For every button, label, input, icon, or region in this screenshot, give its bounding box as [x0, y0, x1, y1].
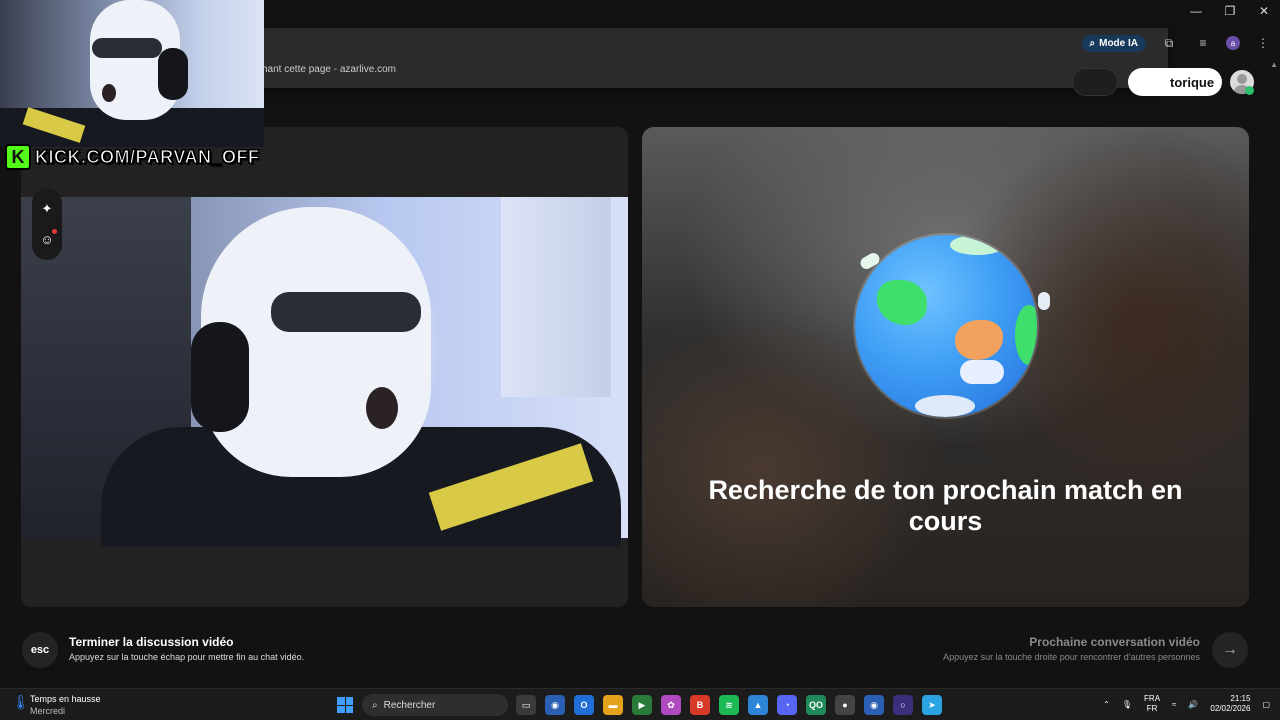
- face-filter-icon[interactable]: ☺: [37, 229, 57, 249]
- video-curtain: [501, 197, 611, 397]
- globe-land-green: [877, 280, 927, 325]
- extensions-icon[interactable]: ⧉: [1158, 32, 1180, 54]
- brave-icon[interactable]: B: [690, 695, 710, 715]
- omnibox-domain: azarlive.com: [339, 64, 396, 75]
- notifications-icon[interactable]: ▢: [1262, 700, 1270, 709]
- volume-icon[interactable]: 🔊: [1188, 700, 1198, 709]
- file-explorer-icon[interactable]: ▬: [603, 695, 623, 715]
- history-label: torique: [1170, 74, 1215, 90]
- omnibox-suggestion-text: hant cette page: [262, 64, 331, 75]
- video-mouth: [366, 387, 398, 429]
- mode-ia-button[interactable]: ⌕ Mode IA: [1081, 34, 1146, 52]
- windows-start-icon[interactable]: [337, 697, 353, 713]
- search-icon: ⌕: [372, 699, 378, 711]
- header-button[interactable]: [1072, 68, 1118, 96]
- cam-headphone: [158, 48, 188, 100]
- globe-orbit-cloud-2: [1038, 292, 1050, 310]
- weather-title: Temps en hausse: [30, 694, 101, 704]
- clock[interactable]: 21:15 02/02/2026: [1210, 694, 1250, 714]
- end-chat-hint: Appuyez sur la touche échap pour mettre …: [69, 652, 305, 662]
- arrow-right-icon: →: [1222, 641, 1238, 658]
- self-video-panel: [21, 127, 628, 607]
- kick-channel-text: KICK.COM/PARVAN_OFF: [35, 146, 260, 167]
- microphone-icon[interactable]: 🎙: [1122, 700, 1132, 709]
- end-chat-button[interactable]: esc: [22, 632, 58, 668]
- omnibox-suggestion[interactable]: hant cette page - azarlive.com: [262, 64, 396, 75]
- photos-icon[interactable]: ▲: [748, 695, 768, 715]
- ai-search-icon: ⌕: [1089, 37, 1096, 49]
- end-chat-title: Terminer la discussion vidéo: [69, 635, 234, 649]
- next-chat-title: Prochaine conversation vidéo: [1029, 635, 1200, 649]
- history-button[interactable]: torique: [1128, 68, 1223, 96]
- windows-taskbar: 🌡 Temps en hausse Mercredi ⌕ Rechercher …: [0, 688, 1280, 720]
- media-controls-icon[interactable]: ≡: [1192, 32, 1214, 54]
- lang-bottom: FR: [1146, 704, 1158, 713]
- match-panel: Recherche de ton prochain match en cours: [642, 127, 1249, 607]
- clock-date: 02/02/2026: [1210, 704, 1251, 713]
- video-headphone: [191, 322, 249, 432]
- obs-icon[interactable]: ●: [835, 695, 855, 715]
- self-video-feed: [21, 197, 628, 547]
- globe-icon: [855, 235, 1037, 417]
- avatar-head: [1237, 74, 1247, 84]
- app-circle-icon[interactable]: ○: [893, 695, 913, 715]
- browser-toolbar-right: ⌕ Mode IA ⧉ ≡ a ⋮: [1081, 32, 1275, 54]
- wifi-icon[interactable]: ≈: [1172, 700, 1176, 709]
- weather-text: Temps en hausse Mercredi: [30, 693, 101, 717]
- copilot-icon[interactable]: ✿: [661, 695, 681, 715]
- browser-profile-avatar[interactable]: a: [1226, 36, 1240, 50]
- globe-cloud-bottom: [915, 395, 975, 417]
- spotify-icon[interactable]: ≋: [719, 695, 739, 715]
- notification-dot: [52, 229, 57, 234]
- tray-chevron-icon[interactable]: ⌃: [1103, 700, 1110, 709]
- video-tools: ✦ ☺: [32, 188, 62, 260]
- restore-icon[interactable]: ❐: [1224, 4, 1236, 18]
- video-glasses: [271, 292, 421, 332]
- taskbar-search-label: Rechercher: [383, 699, 436, 711]
- screen: — ❐ ✕ hant cette page - azarlive.com ⌕ M…: [0, 0, 1280, 720]
- minimize-icon[interactable]: —: [1190, 4, 1202, 18]
- user-status-badge: [1245, 86, 1254, 95]
- kick-banner: K KICK.COM/PARVAN_OFF: [5, 144, 260, 170]
- cam-glasses: [92, 38, 162, 58]
- chrome-alt-icon[interactable]: ◉: [864, 695, 884, 715]
- task-view-icon[interactable]: ▭: [516, 695, 536, 715]
- lang-top: FRA: [1144, 694, 1161, 703]
- chrome-icon[interactable]: ◉: [545, 695, 565, 715]
- window-controls: — ❐ ✕: [1190, 4, 1270, 18]
- searching-message: Recherche de ton prochain match en cours: [708, 475, 1183, 536]
- telegram-icon[interactable]: ➤: [922, 695, 942, 715]
- language-indicator[interactable]: FRA FR: [1144, 694, 1160, 714]
- taskbar-apps: ▭ ◉ O ▬ ▶ ✿ B ≋ ▲ ◔ QO ● ◉ ○ ➤: [516, 695, 942, 715]
- thermometer-icon: 🌡: [12, 694, 30, 710]
- cam-mouth: [102, 84, 116, 102]
- streamer-webcam-overlay: [0, 0, 264, 147]
- taskbar-search[interactable]: ⌕ Rechercher: [362, 694, 508, 716]
- weather-day: Mercredi: [30, 706, 66, 716]
- globe-cloud: [960, 360, 1004, 384]
- close-icon[interactable]: ✕: [1258, 4, 1270, 18]
- weather-widget[interactable]: 🌡 Temps en hausse Mercredi: [12, 693, 101, 717]
- qo-app-icon[interactable]: QO: [806, 695, 826, 715]
- globe-land-north: [950, 235, 1005, 255]
- mode-ia-label: Mode IA: [1099, 37, 1138, 49]
- kick-logo-icon: K: [5, 144, 31, 170]
- outlook-icon[interactable]: O: [574, 695, 594, 715]
- system-tray: ⌃ 🎙 FRA FR ≈ 🔊 21:15 02/02/2026 ▢: [1103, 694, 1270, 714]
- browser-menu-icon[interactable]: ⋮: [1252, 32, 1274, 54]
- discord-icon[interactable]: ◔: [777, 695, 797, 715]
- omnibox-dropdown[interactable]: hant cette page - azarlive.com: [230, 28, 1168, 88]
- next-chat-hint: Appuyez sur la touche droite pour rencon…: [943, 652, 1200, 662]
- next-chat-button[interactable]: →: [1212, 632, 1248, 668]
- omnibox-separator: -: [330, 64, 340, 75]
- globe-land-east: [1015, 305, 1037, 365]
- effects-wand-icon[interactable]: ✦: [37, 199, 57, 219]
- media-player-icon[interactable]: ▶: [632, 695, 652, 715]
- scrollbar-up-arrow-icon[interactable]: ▲: [1270, 60, 1278, 69]
- globe-land-orange: [955, 320, 1003, 360]
- clock-time: 21:15: [1230, 694, 1251, 703]
